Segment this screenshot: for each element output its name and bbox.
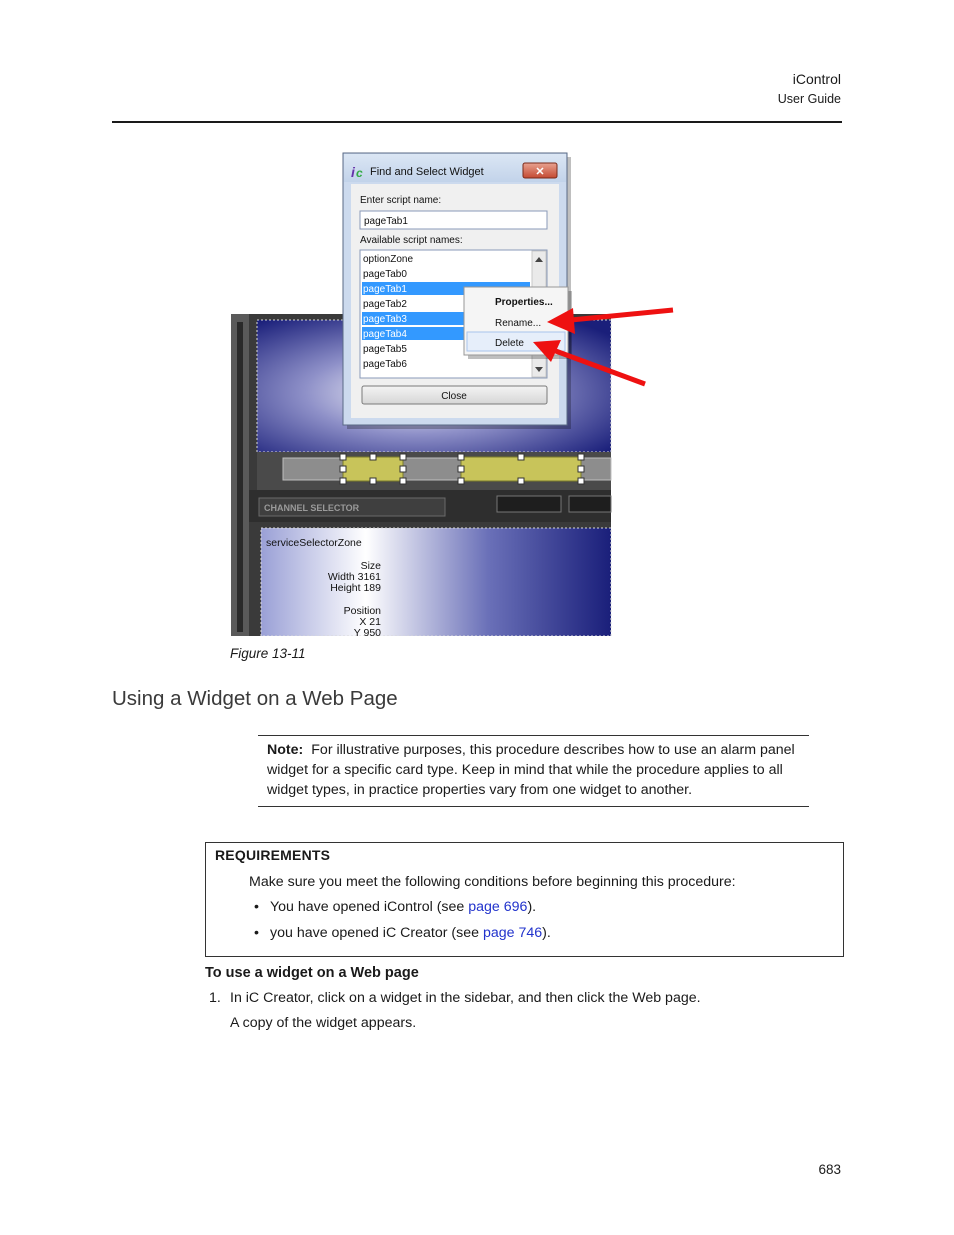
page-number: 683: [818, 1162, 841, 1177]
list-item[interactable]: pageTab5: [363, 344, 407, 355]
channel-selector-label: CHANNEL SELECTOR: [264, 503, 360, 513]
procedure-title: To use a widget on a Web page: [205, 965, 419, 981]
note-label: Note:: [267, 742, 304, 758]
requirement-item: • you have opened iC Creator (see page 74…: [254, 925, 551, 941]
header-rule: [112, 121, 842, 123]
requirements-intro: Make sure you meet the following conditi…: [249, 874, 736, 890]
list-item[interactable]: pageTab0: [363, 269, 407, 280]
list-item[interactable]: pageTab1: [363, 284, 407, 295]
requirement-text: You have opened iControl (see: [270, 899, 469, 915]
list-item[interactable]: pageTab3: [363, 314, 407, 325]
menu-item-rename[interactable]: Rename...: [495, 318, 541, 329]
requirement-item: • You have opened iControl (see page 696)…: [254, 899, 537, 915]
list-item[interactable]: pageTab6: [363, 359, 407, 370]
svg-text:c: c: [356, 166, 363, 180]
requirement-text-end: ).: [527, 899, 537, 915]
list-item[interactable]: optionZone: [363, 254, 413, 265]
selected-widget-right: [460, 456, 582, 482]
app-logo-icon: i c: [351, 164, 363, 180]
close-button-label: Close: [441, 391, 467, 402]
procedure-step: 1. In iC Creator, click on a widget in th…: [209, 990, 701, 1006]
enter-script-label: Enter script name:: [360, 195, 441, 206]
dialog-title: Find and Select Widget: [370, 166, 484, 178]
menu-item-delete[interactable]: Delete: [495, 338, 524, 349]
section-title: Using a Widget on a Web Page: [112, 687, 398, 710]
note-text: For illustrative purposes, this procedur…: [267, 742, 795, 798]
requirement-text: you have opened iC Creator (see: [270, 925, 483, 941]
note-box: Note: For illustrative purposes, this pro…: [258, 735, 809, 807]
requirements-title: REQUIREMENTS: [215, 847, 331, 863]
list-item[interactable]: pageTab4: [363, 329, 407, 340]
list-item[interactable]: pageTab2: [363, 299, 407, 310]
page-link[interactable]: page 746: [483, 925, 542, 941]
step-number: 1.: [209, 990, 221, 1006]
requirements-box: REQUIREMENTS Make sure you meet the foll…: [205, 842, 844, 957]
step-result: A copy of the widget appears.: [230, 1015, 417, 1031]
step-text: In iC Creator, click on a widget in the …: [230, 990, 701, 1006]
requirement-text-end: ).: [542, 925, 551, 941]
height-label: Height 189: [330, 582, 381, 594]
page-link[interactable]: page 696: [468, 899, 527, 915]
menu-item-properties[interactable]: Properties...: [495, 297, 553, 308]
running-header-title: iControl: [792, 71, 841, 87]
y-label: Y 950: [354, 627, 381, 636]
figure-screenshot: CHANNEL SELECTOR serviceSelectorZone Siz…: [231, 152, 677, 639]
close-icon: ✕: [535, 166, 544, 178]
running-header-subtitle: User Guide: [777, 92, 841, 106]
available-scripts-label: Available script names:: [360, 235, 463, 246]
figure-caption: Figure 13-11: [230, 646, 306, 661]
script-name-value: pageTab1: [364, 216, 408, 227]
selected-widget-left: [342, 456, 404, 482]
zone-name-label: serviceSelectorZone: [266, 537, 362, 549]
